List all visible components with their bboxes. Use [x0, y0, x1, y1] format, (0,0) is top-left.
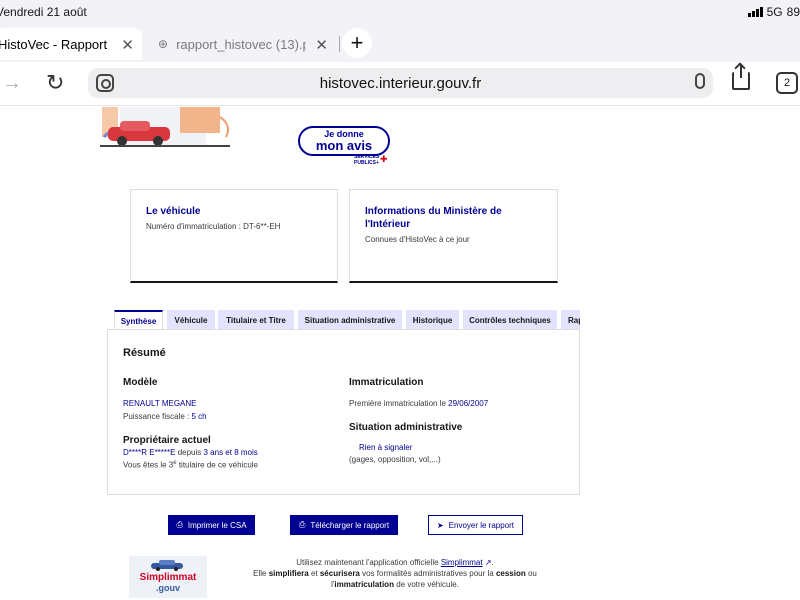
simplimmat-promo: Utilisez maintenant l'application offici…	[240, 557, 550, 590]
hero-illustration	[100, 107, 230, 147]
registration-heading: Immatriculation	[349, 377, 424, 388]
admin-situation-detail: (gages, opposition, vol,...)	[349, 455, 441, 464]
simplimmat-logo[interactable]: Simplimmat .gouv	[129, 556, 207, 598]
send-report-button[interactable]: ➤ Envoyer le rapport	[428, 515, 523, 535]
network-label: 5G	[766, 5, 783, 19]
forward-arrow-icon[interactable]: →	[2, 72, 22, 95]
signal-icon	[747, 7, 763, 17]
report-tabs: Synthèse Véhicule Titulaire et Titre Sit…	[114, 310, 580, 330]
promo-text: de votre véhicule.	[393, 580, 459, 589]
close-tab-icon[interactable]: ✕	[121, 36, 134, 54]
url-text: histovec.interieur.gouv.fr	[319, 75, 482, 92]
promo-text: vos formalités administratives pour la	[359, 569, 496, 578]
tab-historique[interactable]: Historique	[406, 310, 459, 330]
first-registration: Première immatriculation le 29/06/2007	[349, 399, 488, 408]
owner-since-label: depuis	[175, 448, 204, 457]
browser-tab-histovec[interactable]: HistoVec - Rapport vende ✕	[0, 28, 142, 60]
owner-name: D****R E*****E	[123, 448, 176, 457]
new-tab-button[interactable]: +	[342, 28, 372, 58]
feedback-line2: mon avis	[315, 138, 373, 153]
tab-situation-administrative[interactable]: Situation administrative	[298, 310, 402, 330]
page-content: Je donne mon avis SERVICES PUBLICS+ ✚ Le…	[0, 107, 800, 600]
tab-rapport[interactable]: Rapport	[561, 310, 580, 330]
tab-controles-techniques[interactable]: Contrôles techniques	[463, 310, 557, 330]
fiscal-power-value: 5 ch	[191, 412, 207, 421]
status-indicators: 5G 89	[747, 5, 800, 19]
tab-synthese[interactable]: Synthèse	[114, 310, 163, 330]
tab-titulaire[interactable]: Titulaire et Titre	[218, 310, 294, 330]
promo-bold: simplifiera	[268, 569, 309, 578]
simplimmat-logo-domain: .gouv	[156, 583, 180, 593]
promo-line-1: Utilisez maintenant l'application offici…	[240, 557, 550, 568]
synthese-panel: Résumé Modèle RENAULT MEGANE Puissance f…	[107, 329, 580, 495]
car-icon	[151, 560, 183, 571]
close-tab-icon[interactable]: ✕	[315, 36, 328, 54]
owner-rank: Vous êtes le 3e titulaire de ce véhicule	[123, 460, 258, 470]
battery-label: 89	[786, 5, 800, 19]
status-bar: Vendredi 21 août 5G 89	[0, 0, 800, 26]
vehicle-card[interactable]: Le véhicule Numéro d'immatriculation : D…	[130, 189, 338, 283]
address-bar[interactable]: histovec.interieur.gouv.fr	[88, 68, 713, 98]
services-publics-line2: PUBLICS+	[354, 159, 379, 166]
reload-icon[interactable]: ↻	[46, 70, 64, 96]
browser-tab-bar: HistoVec - Rapport vende ✕ ⊕ rapport_his…	[0, 26, 800, 62]
promo-text: Elle	[253, 569, 269, 578]
owner-since: D****R E*****E depuis 3 ans et 8 mois	[123, 448, 258, 457]
download-report-label: Télécharger le rapport	[310, 520, 390, 530]
promo-line1-prefix: Utilisez maintenant l'application offici…	[296, 558, 441, 567]
external-link-icon: ↗	[482, 558, 492, 567]
promo-line-3: l'immatriculation de votre véhicule.	[240, 579, 550, 590]
browser-tab-pdf[interactable]: ⊕ rapport_histovec (13).pdf ✕	[150, 28, 336, 60]
owner-since-value: 3 ans et 8 mois	[203, 448, 258, 457]
fiscal-power-label: Puissance fiscale :	[123, 412, 192, 421]
tab-divider	[339, 36, 340, 52]
vehicle-card-plate: Numéro d'immatriculation : DT-6**-EH	[146, 222, 281, 231]
promo-text: et	[308, 569, 320, 578]
promo-text: ou	[525, 569, 537, 578]
print-csa-label: Imprimer le CSA	[187, 520, 247, 530]
share-icon[interactable]	[732, 64, 750, 90]
microphone-icon[interactable]	[695, 73, 705, 89]
admin-situation-value: Rien à signaler	[359, 443, 413, 452]
owner-heading: Propriétaire actuel	[123, 435, 211, 446]
status-time: Vendredi 21 août	[0, 5, 87, 19]
send-icon: ➤	[436, 520, 444, 530]
send-report-label: Envoyer le rapport	[448, 520, 515, 530]
tab-vehicule[interactable]: Véhicule	[167, 310, 215, 330]
vehicle-card-title: Le véhicule	[146, 206, 201, 217]
promo-bold: cession	[495, 569, 526, 578]
fiscal-power: Puissance fiscale : 5 ch	[123, 412, 207, 421]
services-publics-logo: SERVICES PUBLICS+ ✚	[354, 154, 388, 166]
model-heading: Modèle	[123, 377, 158, 388]
download-report-button[interactable]: ⎙ Télécharger le rapport	[290, 515, 398, 535]
promo-line1-suffix: .	[491, 558, 494, 567]
ministry-card-subtitle: Connues d'HistoVec à ce jour	[365, 235, 470, 244]
admin-situation-heading: Situation administrative	[349, 422, 463, 433]
model-value: RENAULT MEGANE	[123, 399, 197, 408]
tabs-overview-button[interactable]: 2	[776, 72, 798, 94]
browser-toolbar: → ↻ histovec.interieur.gouv.fr 2	[0, 62, 800, 106]
promo-line-2: Elle simplifiera et sécurisera vos forma…	[240, 568, 550, 579]
simplimmat-link[interactable]: Simplimmat	[441, 558, 483, 567]
browser-tab-title: rapport_histovec (13).pdf	[176, 36, 306, 52]
promo-bold: immatriculation	[334, 580, 394, 589]
summary-heading: Résumé	[123, 347, 166, 359]
owner-rank-prefix: Vous êtes le 3	[123, 460, 174, 470]
ministry-card[interactable]: Informations du Ministère de l'Intérieur…	[349, 189, 558, 283]
promo-bold: sécurisera	[319, 569, 360, 578]
plus-icon: ✚	[380, 154, 388, 164]
ministry-card-title: Informations du Ministère de l'Intérieur	[365, 206, 502, 230]
first-registration-date: 29/06/2007	[448, 399, 489, 408]
browser-tab-title: HistoVec - Rapport vende	[0, 36, 110, 52]
give-feedback-button[interactable]: Je donne mon avis	[298, 126, 390, 156]
owner-rank-suffix: titulaire de ce véhicule	[176, 460, 258, 470]
printer-icon: ⎙	[176, 520, 183, 529]
print-csa-button[interactable]: ⎙ Imprimer le CSA	[168, 515, 255, 535]
simplimmat-logo-name: Simplimmat	[139, 572, 197, 583]
globe-icon: ⊕	[158, 37, 169, 51]
first-registration-label: Première immatriculation le	[349, 399, 449, 408]
printer-icon: ⎙	[298, 520, 306, 529]
